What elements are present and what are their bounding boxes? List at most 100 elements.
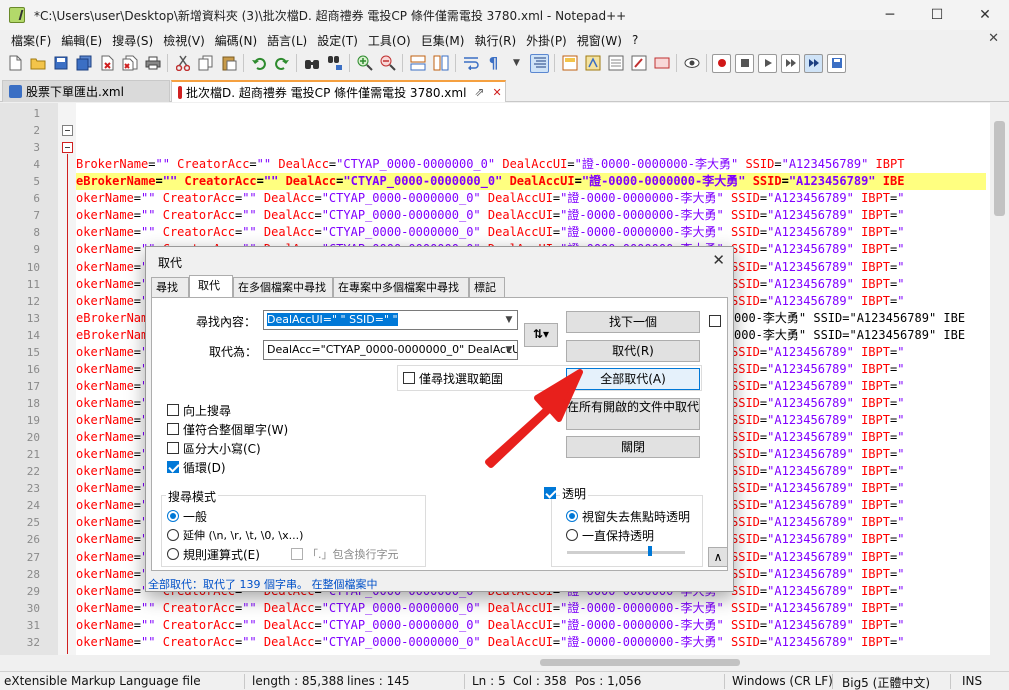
menu-help[interactable]: ? bbox=[627, 33, 643, 47]
zoom-in-icon[interactable] bbox=[355, 54, 374, 73]
save-all-icon[interactable] bbox=[74, 54, 93, 73]
menu-view[interactable]: 檢視(V) bbox=[158, 32, 210, 49]
replace-all-open-docs-button[interactable]: 在所有開啟的文件中取代 bbox=[566, 398, 700, 430]
menu-run[interactable]: 執行(R) bbox=[469, 32, 521, 49]
tab-replace[interactable]: 取代 bbox=[189, 275, 233, 298]
horizontal-scrollbar[interactable] bbox=[0, 655, 1009, 670]
stop-macro-icon[interactable] bbox=[735, 53, 754, 73]
trans-always-radio[interactable] bbox=[566, 529, 578, 541]
function-list-icon[interactable] bbox=[583, 54, 602, 73]
word-wrap-icon[interactable] bbox=[461, 54, 480, 73]
menu-file[interactable]: 檔案(F) bbox=[6, 32, 56, 49]
run-macro-icon[interactable] bbox=[781, 53, 800, 73]
folder-workspace-icon[interactable] bbox=[606, 54, 625, 73]
chevron-down-icon[interactable]: ▼ bbox=[501, 341, 517, 359]
close-window-button[interactable]: ✕ bbox=[962, 0, 1008, 30]
menu-tools[interactable]: 工具(O) bbox=[363, 32, 416, 49]
backward-checkbox[interactable] bbox=[167, 404, 179, 416]
scrollbar-thumb[interactable] bbox=[540, 659, 740, 666]
maximize-button[interactable]: ☐ bbox=[914, 0, 960, 30]
transparency-slider-handle[interactable] bbox=[648, 546, 652, 556]
collapse-dialog-button[interactable]: ∧ bbox=[708, 547, 728, 567]
pin-icon[interactable]: ⇗ bbox=[474, 85, 484, 99]
zoom-out-icon[interactable] bbox=[378, 54, 397, 73]
menu-plugins[interactable]: 外掛(P) bbox=[521, 32, 572, 49]
sync-h-icon[interactable] bbox=[431, 54, 450, 73]
paste-icon[interactable] bbox=[219, 54, 238, 73]
find-icon[interactable] bbox=[302, 54, 321, 73]
cut-icon[interactable] bbox=[173, 54, 192, 73]
clipboard-history-icon[interactable] bbox=[652, 54, 671, 73]
vertical-scrollbar[interactable] bbox=[990, 103, 1009, 655]
menu-macro[interactable]: 巨集(M) bbox=[416, 32, 470, 49]
tab-find[interactable]: 尋找 bbox=[151, 277, 189, 298]
show-all-icon[interactable]: ¶ bbox=[484, 54, 503, 73]
code-line[interactable]: okerName="" CreatorAcc="" DealAcc="CTYAP… bbox=[76, 224, 986, 241]
fast-run-macro-icon[interactable] bbox=[804, 53, 823, 73]
close-document-button[interactable]: ✕ bbox=[988, 31, 999, 46]
scrollbar-thumb[interactable] bbox=[994, 121, 1005, 216]
code-line[interactable]: okerName="" CreatorAcc="" DealAcc="CTYAP… bbox=[76, 600, 986, 617]
title-bar[interactable]: *C:\Users\user\Desktop\新增資料夾 (3)\批次檔D. 超… bbox=[0, 0, 1009, 30]
wrap-around-checkbox[interactable] bbox=[167, 461, 179, 473]
fold-marker-icon[interactable] bbox=[62, 142, 73, 153]
mode-regex-radio[interactable] bbox=[167, 548, 179, 560]
record-macro-icon[interactable] bbox=[712, 53, 731, 73]
code-line[interactable]: BrokerName="" CreatorAcc="" DealAcc="CTY… bbox=[76, 156, 986, 173]
code-line[interactable]: eBrokerName="" CreatorAcc="" DealAcc="CT… bbox=[76, 173, 986, 190]
indent-guide-icon[interactable]: ▼ bbox=[507, 54, 526, 73]
tab-batch-file[interactable]: 批次檔D. 超商禮券 電投CP 條件僅需電投 3780.xml ⇗ ✕ bbox=[171, 80, 506, 102]
transparency-checkbox[interactable] bbox=[544, 487, 556, 499]
save-macro-icon[interactable] bbox=[827, 53, 846, 73]
dot-matches-newline-checkbox[interactable] bbox=[291, 548, 303, 560]
find-next-button[interactable]: 找下一個 bbox=[566, 311, 700, 333]
replace-button[interactable]: 取代(R) bbox=[566, 340, 700, 362]
copy-icon[interactable] bbox=[196, 54, 215, 73]
dialog-close-button[interactable]: ✕ bbox=[712, 251, 725, 269]
replace-dialog[interactable]: 取代 ✕ 尋找 取代 在多個檔案中尋找 在專案中多個檔案中尋找 標記 尋找內容：… bbox=[145, 246, 734, 592]
print-icon[interactable] bbox=[143, 54, 162, 73]
tab-mark[interactable]: 標記 bbox=[469, 277, 505, 298]
menu-search[interactable]: 搜尋(S) bbox=[107, 32, 158, 49]
close-dialog-button[interactable]: 關閉 bbox=[566, 436, 700, 458]
menu-language[interactable]: 語言(L) bbox=[262, 32, 312, 49]
close-all-icon[interactable] bbox=[120, 54, 139, 73]
tab-close-icon[interactable]: ✕ bbox=[492, 86, 501, 99]
find-next-option-checkbox[interactable] bbox=[709, 315, 721, 327]
monitor-icon[interactable] bbox=[682, 54, 701, 73]
mode-normal-radio[interactable] bbox=[167, 510, 179, 522]
close-icon[interactable] bbox=[97, 54, 116, 73]
sync-v-icon[interactable] bbox=[408, 54, 427, 73]
chevron-down-icon[interactable]: ▼ bbox=[501, 311, 517, 329]
udl-icon[interactable] bbox=[530, 53, 549, 73]
tab-stock-export[interactable]: 股票下單匯出.xml bbox=[2, 80, 170, 102]
tab-find-in-projects[interactable]: 在專案中多個檔案中尋找 bbox=[333, 277, 469, 298]
code-line[interactable]: okerName="" CreatorAcc="" DealAcc="CTYAP… bbox=[76, 190, 986, 207]
whole-word-checkbox[interactable] bbox=[167, 423, 179, 435]
mode-extended-radio[interactable] bbox=[167, 529, 179, 541]
code-line[interactable]: okerName="" CreatorAcc="" DealAcc="CTYAP… bbox=[76, 207, 986, 224]
play-macro-icon[interactable] bbox=[758, 53, 777, 73]
tab-find-in-files[interactable]: 在多個檔案中尋找 bbox=[233, 277, 333, 298]
save-icon[interactable] bbox=[51, 54, 70, 73]
swap-find-replace-button[interactable]: ⇅▾ bbox=[524, 323, 558, 347]
menu-settings[interactable]: 設定(T) bbox=[312, 32, 363, 49]
open-file-icon[interactable] bbox=[28, 54, 47, 73]
in-selection-checkbox[interactable] bbox=[403, 372, 415, 384]
replace-icon[interactable] bbox=[325, 54, 344, 73]
transparency-slider[interactable] bbox=[567, 551, 685, 554]
minimize-button[interactable]: ─ bbox=[867, 0, 913, 30]
find-what-combo[interactable]: DealAccUI=" " SSID=" " ▼ bbox=[263, 310, 518, 330]
code-line[interactable]: okerName="" CreatorAcc="" DealAcc="CTYAP… bbox=[76, 617, 986, 634]
replace-with-combo[interactable]: DealAcc="CTYAP_0000-0000000_0" DealAccUI… bbox=[263, 340, 518, 360]
new-file-icon[interactable] bbox=[5, 54, 24, 73]
trans-lose-focus-radio[interactable] bbox=[566, 510, 578, 522]
menu-edit[interactable]: 編輯(E) bbox=[56, 32, 107, 49]
code-line[interactable]: okerName="" CreatorAcc="" DealAcc="CTYAP… bbox=[76, 634, 986, 651]
doc-map-icon[interactable] bbox=[560, 54, 579, 73]
match-case-checkbox[interactable] bbox=[167, 442, 179, 454]
fold-marker-icon[interactable] bbox=[62, 125, 73, 136]
redo-icon[interactable] bbox=[272, 54, 291, 73]
replace-all-button[interactable]: 全部取代(A) bbox=[566, 368, 700, 390]
fold-margin[interactable] bbox=[58, 103, 76, 655]
